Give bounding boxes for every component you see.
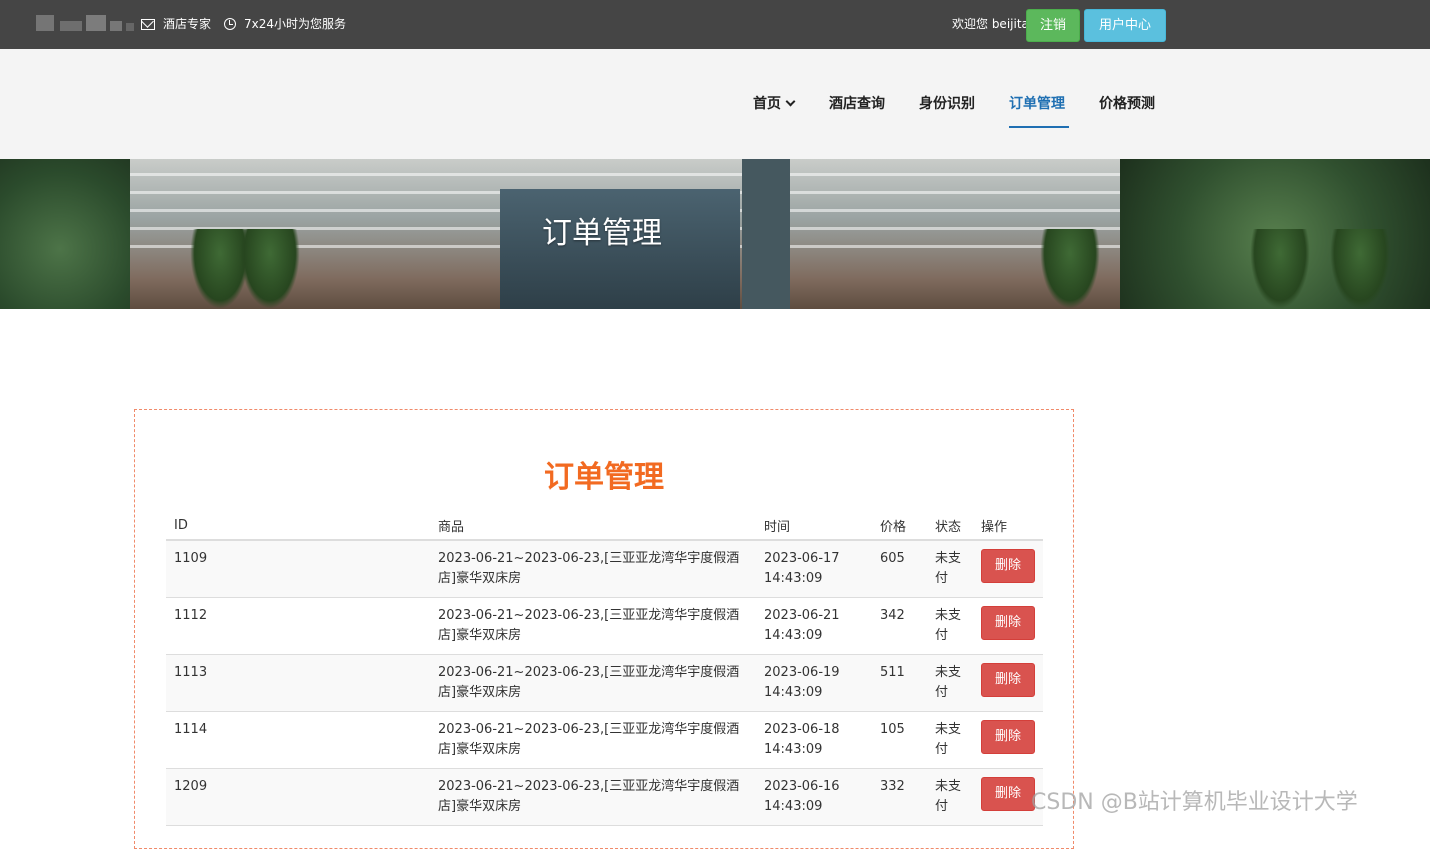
service-text: 7x24小时为您服务: [244, 17, 347, 31]
table-row: 1114 2023-06-21~2023-06-23,[三亚亚龙湾华宇度假酒店]…: [166, 711, 1043, 769]
order-time: 2023-06-21 14:43:09: [756, 597, 872, 655]
page-banner: 订单管理: [0, 159, 1430, 309]
col-price: 价格: [872, 511, 927, 541]
nav-item-home[interactable]: 首页: [753, 94, 796, 114]
table-row: 1113 2023-06-21~2023-06-23,[三亚亚龙湾华宇度假酒店]…: [166, 654, 1043, 712]
order-status: 未支付: [927, 768, 973, 826]
order-id: 1114: [166, 711, 430, 769]
nav-item-price-forecast[interactable]: 价格预测: [1099, 94, 1155, 114]
nav-item-hotel-search[interactable]: 酒店查询: [829, 94, 885, 114]
delete-button[interactable]: 删除: [981, 776, 1035, 811]
order-id: 1112: [166, 597, 430, 655]
tagline-contact: 酒店专家: [141, 15, 211, 33]
orders-panel: 订单管理 ID 商品 时间 价格 状态 操作 1109 2023-06-21~2…: [134, 409, 1074, 849]
logout-button[interactable]: 注销: [1026, 9, 1080, 42]
col-product: 商品: [430, 511, 756, 541]
col-time: 时间: [756, 511, 872, 541]
chevron-down-icon: [785, 96, 796, 107]
blurred-logo: [36, 15, 134, 31]
welcome-text: 欢迎您 beijita: [952, 17, 1029, 31]
user-center-button[interactable]: 用户中心: [1084, 9, 1166, 42]
order-product: 2023-06-21~2023-06-23,[三亚亚龙湾华宇度假酒店]豪华双床房: [430, 711, 756, 769]
order-price: 332: [872, 768, 927, 826]
col-status: 状态: [927, 511, 973, 541]
table-header-row: ID 商品 时间 价格 状态 操作: [166, 511, 1043, 541]
order-product: 2023-06-21~2023-06-23,[三亚亚龙湾华宇度假酒店]豪华双床房: [430, 654, 756, 712]
mail-icon: [141, 18, 155, 30]
orders-table: ID 商品 时间 价格 状态 操作 1109 2023-06-21~2023-0…: [166, 511, 1043, 826]
watermark-text: CSDN @B站计算机毕业设计大学: [1031, 790, 1358, 815]
main-nav: 首页 酒店查询 身份识别 订单管理 价格预测: [0, 49, 1430, 159]
order-product: 2023-06-21~2023-06-23,[三亚亚龙湾华宇度假酒店]豪华双床房: [430, 768, 756, 826]
order-id: 1109: [166, 540, 430, 598]
order-status: 未支付: [927, 597, 973, 655]
table-row: 1109 2023-06-21~2023-06-23,[三亚亚龙湾华宇度假酒店]…: [166, 540, 1043, 598]
order-id: 1209: [166, 768, 430, 826]
nav-item-orders[interactable]: 订单管理: [1009, 94, 1065, 114]
order-time: 2023-06-19 14:43:09: [756, 654, 872, 712]
order-price: 342: [872, 597, 927, 655]
order-status: 未支付: [927, 654, 973, 712]
clock-icon: [224, 18, 236, 30]
nav-item-home-label: 首页: [753, 96, 781, 112]
order-price: 511: [872, 654, 927, 712]
order-price: 105: [872, 711, 927, 769]
order-product: 2023-06-21~2023-06-23,[三亚亚龙湾华宇度假酒店]豪华双床房: [430, 597, 756, 655]
top-bar: 酒店专家 7x24小时为您服务 欢迎您 beijita 注销 用户中心: [0, 0, 1430, 49]
delete-button[interactable]: 删除: [981, 662, 1035, 697]
banner-title: 订单管理: [542, 216, 662, 251]
delete-button[interactable]: 删除: [981, 719, 1035, 754]
order-time: 2023-06-18 14:43:09: [756, 711, 872, 769]
order-time: 2023-06-16 14:43:09: [756, 768, 872, 826]
table-row: 1112 2023-06-21~2023-06-23,[三亚亚龙湾华宇度假酒店]…: [166, 597, 1043, 655]
delete-button[interactable]: 删除: [981, 548, 1035, 583]
nav-active-indicator: [1009, 126, 1069, 128]
order-time: 2023-06-17 14:43:09: [756, 540, 872, 598]
tagline-text: 酒店专家: [163, 17, 212, 31]
order-price: 605: [872, 540, 927, 598]
order-id: 1113: [166, 654, 430, 712]
col-id: ID: [166, 511, 430, 541]
service-hours: 7x24小时为您服务: [224, 15, 346, 33]
orders-title: 订单管理: [544, 460, 664, 495]
order-product: 2023-06-21~2023-06-23,[三亚亚龙湾华宇度假酒店]豪华双床房: [430, 540, 756, 598]
order-status: 未支付: [927, 540, 973, 598]
table-row: 1209 2023-06-21~2023-06-23,[三亚亚龙湾华宇度假酒店]…: [166, 768, 1043, 826]
col-actions: 操作: [973, 511, 1043, 541]
nav-item-identity[interactable]: 身份识别: [919, 94, 975, 114]
delete-button[interactable]: 删除: [981, 605, 1035, 640]
order-status: 未支付: [927, 711, 973, 769]
